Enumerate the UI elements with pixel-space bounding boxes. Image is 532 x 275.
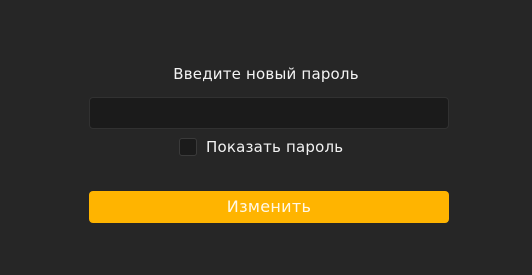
show-password-toggle[interactable]: Показать пароль — [179, 137, 343, 157]
show-password-checkbox[interactable] — [179, 138, 197, 156]
change-password-form: Введите новый пароль Показать пароль Изм… — [0, 0, 532, 275]
change-button[interactable]: Изменить — [89, 191, 449, 223]
form-title: Введите новый пароль — [173, 65, 359, 83]
show-password-label: Показать пароль — [206, 138, 344, 156]
new-password-input[interactable] — [89, 97, 449, 129]
